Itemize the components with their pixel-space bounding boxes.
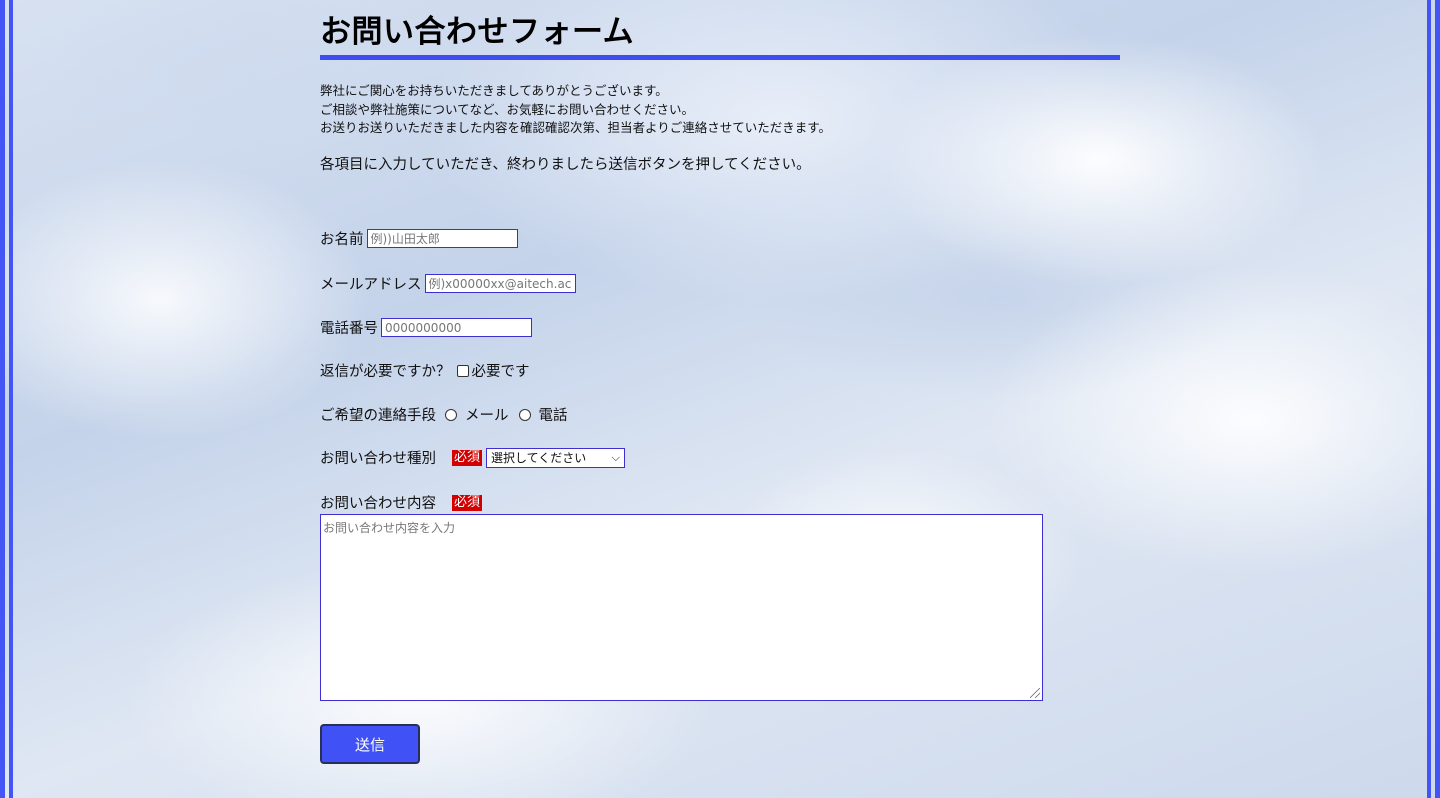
contact-method-row: ご希望の連絡手段 メール 電話 bbox=[320, 404, 568, 425]
name-input[interactable] bbox=[366, 229, 518, 248]
inquiry-type-select[interactable]: 選択してください ⌵ bbox=[486, 447, 626, 468]
title-underline bbox=[320, 55, 1120, 60]
name-row: お名前 bbox=[320, 228, 518, 249]
required-badge: 必須 bbox=[452, 494, 483, 511]
reply-needed-checkbox[interactable] bbox=[456, 364, 469, 377]
contact-form-container: お問い合わせフォーム 弊社にご関心をお持ちいただきましてありがとうございます。 … bbox=[320, 0, 1120, 764]
contact-method-label: ご希望の連絡手段 bbox=[320, 408, 436, 424]
phone-row: 電話番号 bbox=[320, 317, 532, 338]
required-badge: 必須 bbox=[452, 449, 483, 466]
email-row: メールアドレス bbox=[320, 273, 576, 294]
left-border-decoration bbox=[0, 0, 14, 798]
chevron-down-icon: ⌵ bbox=[611, 450, 621, 464]
email-label: メールアドレス bbox=[320, 277, 422, 293]
contact-method-email-label[interactable]: メール bbox=[465, 404, 509, 425]
reply-needed-label[interactable]: 必要です bbox=[472, 360, 530, 381]
inquiry-content-row: お問い合わせ内容 必須 bbox=[320, 492, 486, 513]
inquiry-content-textarea[interactable] bbox=[320, 514, 1043, 701]
phone-label: 電話番号 bbox=[320, 321, 378, 337]
intro-line: お送りお送りいただきました内容を確認確認次第、担当者よりご連絡させていただきます… bbox=[320, 120, 832, 135]
page-title: お問い合わせフォーム bbox=[320, 14, 635, 50]
contact-method-email-radio[interactable] bbox=[445, 408, 457, 421]
name-label: お名前 bbox=[320, 232, 364, 248]
intro-text: 弊社にご関心をお持ちいただきましてありがとうございます。 ご相談や弊社施策につい… bbox=[320, 82, 1120, 138]
instruction-text: 各項目に入力していただき、終わりましたら送信ボタンを押してください。 bbox=[320, 156, 811, 173]
intro-line: ご相談や弊社施策についてなど、お気軽にお問い合わせください。 bbox=[320, 101, 695, 117]
reply-row: 返信が必要ですか？ 必要です bbox=[320, 360, 530, 381]
resize-grip-icon[interactable] bbox=[1030, 688, 1040, 698]
contact-method-phone-radio[interactable] bbox=[518, 408, 531, 421]
inquiry-type-selected-text: 選択してください bbox=[491, 451, 587, 465]
right-border-decoration bbox=[1426, 0, 1440, 798]
phone-input[interactable] bbox=[381, 318, 532, 337]
contact-method-phone-label[interactable]: 電話 bbox=[539, 404, 568, 425]
inquiry-type-row: お問い合わせ種別 必須 選択してください ⌵ bbox=[320, 447, 626, 468]
intro-line: 弊社にご関心をお持ちいただきましてありがとうございます。 bbox=[320, 83, 668, 98]
email-input[interactable] bbox=[424, 274, 576, 293]
reply-label: 返信が必要ですか？ bbox=[320, 364, 451, 380]
inquiry-content-label: お問い合わせ内容 bbox=[320, 496, 436, 512]
inquiry-type-label: お問い合わせ種別 bbox=[320, 451, 436, 467]
submit-button[interactable]: 送信 bbox=[320, 724, 420, 764]
